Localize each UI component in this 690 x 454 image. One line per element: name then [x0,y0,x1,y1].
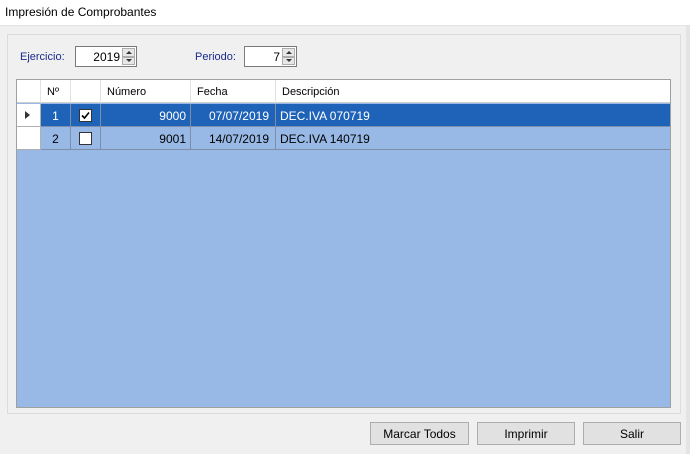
cell-n[interactable]: 2 [41,127,71,150]
ejercicio-spinner[interactable]: 2019 [75,46,137,67]
spin-up-icon[interactable] [122,48,135,57]
cell-n[interactable]: 1 [41,104,71,127]
spin-down-icon[interactable] [122,56,135,65]
print-button[interactable]: Imprimir [477,422,575,445]
cell-check[interactable] [71,104,101,127]
table-row[interactable]: 2 9001 14/07/2019 DEC.IVA 140719 [17,127,670,150]
ejercicio-label: Ejercicio: [20,51,65,63]
cell-fecha[interactable]: 07/07/2019 [191,104,276,127]
cell-check[interactable] [71,127,101,150]
ejercicio-value[interactable]: 2019 [93,50,120,64]
row-checkbox[interactable] [79,132,92,145]
column-header-fecha[interactable]: Fecha [191,80,276,103]
title-bar: Impresión de Comprobantes [0,0,690,26]
table-row[interactable]: 1 9000 07/07/2019 DEC.IVA 070719 [17,104,670,127]
row-header[interactable] [17,127,41,150]
cell-numero[interactable]: 9000 [101,104,191,127]
column-header-check[interactable] [71,80,101,103]
periodo-spinner-arrows[interactable] [282,48,295,65]
spin-up-icon[interactable] [282,48,295,57]
cell-numero[interactable]: 9001 [101,127,191,150]
current-row-arrow-icon [25,111,30,119]
row-header-corner [17,80,41,103]
periodo-label: Periodo: [195,51,236,63]
row-header[interactable] [17,104,41,127]
periodo-spinner[interactable]: 7 [244,46,297,67]
column-header-n[interactable]: Nº [41,80,71,103]
checkmark-icon [81,111,90,120]
comprobantes-grid[interactable]: Nº Número Fecha Descripción 1 9000 07/07… [16,79,671,408]
column-header-descripcion[interactable]: Descripción [276,80,670,103]
row-checkbox[interactable] [79,109,92,122]
ejercicio-spinner-arrows[interactable] [122,48,135,65]
periodo-value[interactable]: 7 [273,50,280,64]
window-title: Impresión de Comprobantes [5,5,157,19]
spin-down-icon[interactable] [282,56,295,65]
cell-descripcion[interactable]: DEC.IVA 070719 [276,104,670,127]
mark-all-button[interactable]: Marcar Todos [370,422,469,445]
cell-descripcion[interactable]: DEC.IVA 140719 [276,127,670,150]
exit-button[interactable]: Salir [583,422,681,445]
cell-fecha[interactable]: 14/07/2019 [191,127,276,150]
window-edge [686,26,690,454]
column-header-numero[interactable]: Número [101,80,191,103]
grid-header: Nº Número Fecha Descripción [17,80,670,103]
